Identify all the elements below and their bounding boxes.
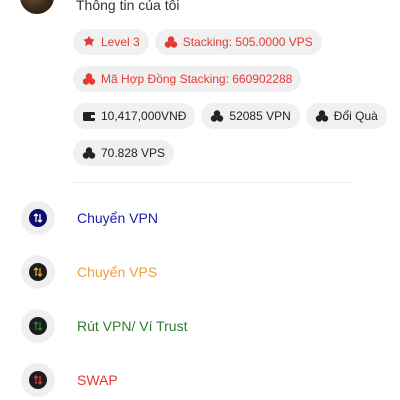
- profile-page: Thông tin của tôi Level 3 Stacking: 505.…: [0, 0, 400, 400]
- menu-item-withdraw[interactable]: Rút VPN/ Ví Trust: [0, 308, 400, 362]
- divider: [70, 182, 352, 183]
- transfer-vpn-icon-wrap: [21, 201, 55, 235]
- level-badge: Level 3: [73, 29, 149, 55]
- coins-icon: [82, 73, 96, 85]
- vpn-balance-label: 52085 VPN: [229, 109, 291, 123]
- swap-icon: [29, 371, 47, 389]
- contract-badge: Mã Hợp Đồng Stacking: 660902288: [73, 66, 302, 92]
- stacking-badge: Stacking: 505.0000 VPS: [154, 29, 322, 55]
- menu-label: Rút VPN/ Ví Trust: [77, 318, 188, 334]
- vpn-balance-badge: 52085 VPN: [201, 103, 300, 129]
- vnd-balance-label: 10,417,000VNĐ: [101, 109, 187, 123]
- account-info-chips: Level 3 Stacking: 505.0000 VPS Mã Hợp Đồ…: [73, 29, 393, 177]
- coins-icon: [82, 147, 96, 159]
- withdraw-icon-wrap: [21, 309, 55, 343]
- stacking-label: Stacking: 505.0000 VPS: [182, 35, 313, 49]
- profile-header: Thông tin của tôi: [20, 0, 380, 14]
- menu-item-transfer-vpn[interactable]: Chuyển VPN: [0, 200, 400, 254]
- vps-balance-label: 70.828 VPS: [101, 146, 166, 160]
- withdraw-icon: [29, 317, 47, 335]
- coins-icon: [211, 110, 224, 122]
- level-icon: [83, 36, 95, 46]
- menu-item-transfer-vps[interactable]: Chuyển VPS: [0, 254, 400, 308]
- vps-balance-badge: 70.828 VPS: [73, 140, 175, 166]
- transfer-vps-icon: [29, 263, 47, 281]
- avatar[interactable]: [20, 0, 54, 14]
- exchange-gift-label: Đổi Quà: [333, 109, 378, 123]
- menu-label: Chuyển VPN: [77, 210, 158, 226]
- transfer-vps-icon-wrap: [21, 255, 55, 289]
- swap-icon-wrap: [21, 363, 55, 397]
- vnd-balance-badge: 10,417,000VNĐ: [73, 103, 196, 129]
- level-label: Level 3: [101, 35, 140, 49]
- action-menu: Chuyển VPN Chuyển VPS Rút VPN/ Ví Trust: [0, 200, 400, 400]
- exchange-gift-button[interactable]: Đổi Quà: [305, 103, 387, 129]
- menu-item-swap[interactable]: SWAP: [0, 362, 400, 400]
- menu-label: Chuyển VPS: [77, 264, 158, 280]
- contract-label: Mã Hợp Đồng Stacking: 660902288: [101, 72, 293, 86]
- transfer-vpn-icon: [29, 209, 47, 227]
- menu-label: SWAP: [77, 372, 118, 388]
- wallet-icon: [83, 112, 95, 121]
- profile-title: Thông tin của tôi: [76, 0, 180, 13]
- coins-icon: [164, 36, 177, 48]
- coins-icon: [315, 110, 328, 122]
